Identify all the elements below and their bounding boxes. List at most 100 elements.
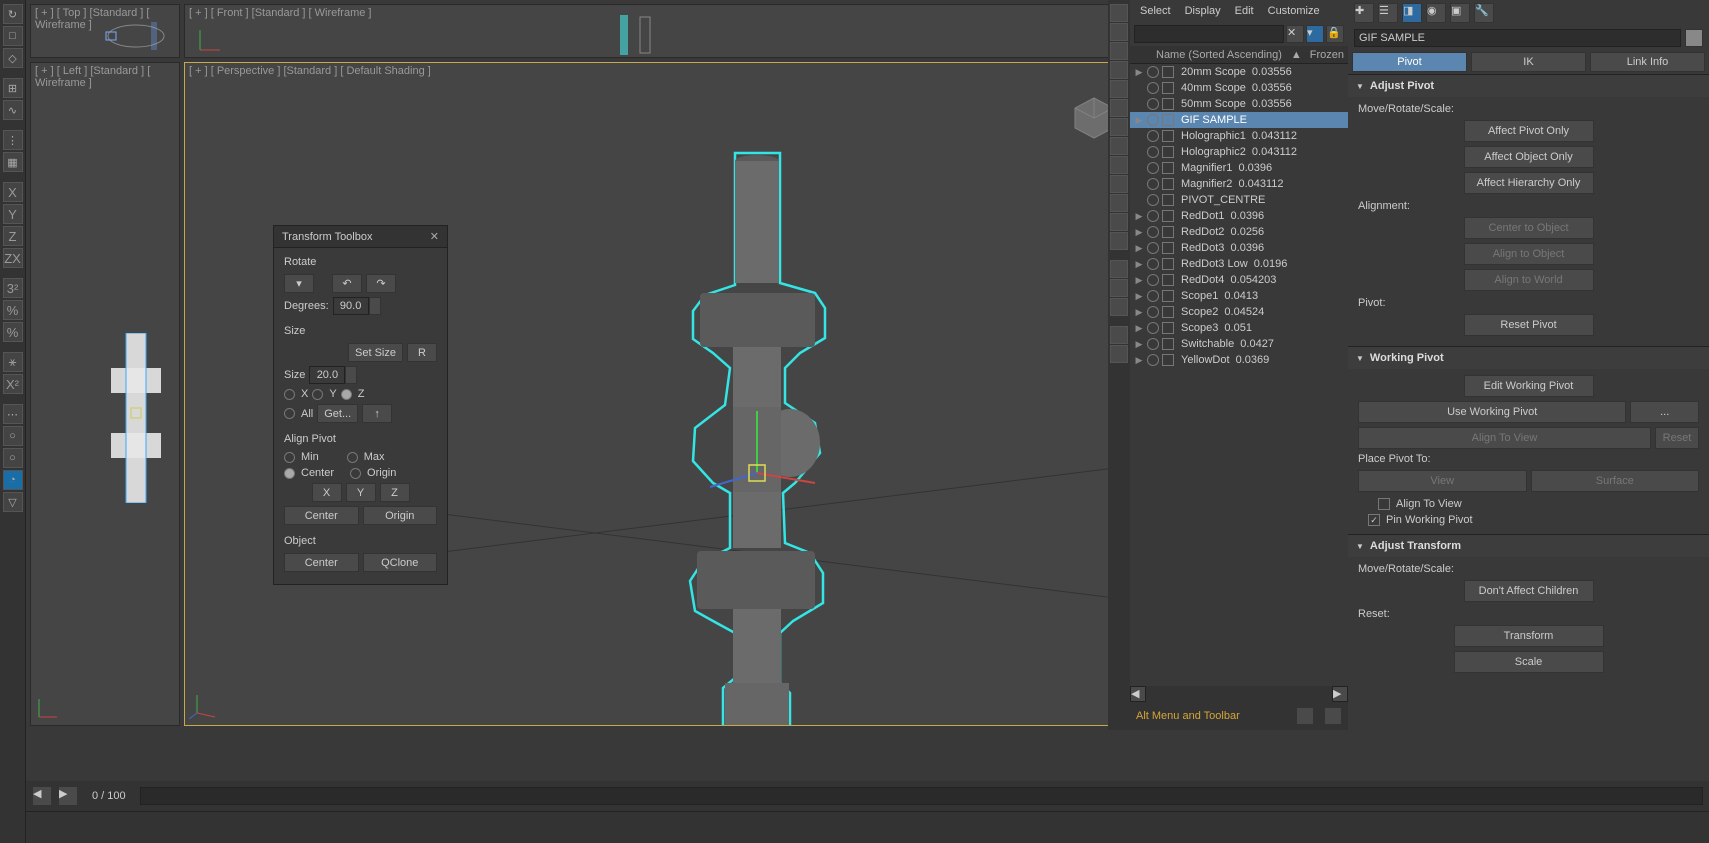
close-icon[interactable]: ✕ bbox=[430, 230, 439, 243]
tool-icon[interactable]: % bbox=[3, 300, 23, 320]
axis-z-icon[interactable]: Z bbox=[3, 226, 23, 246]
explorer-icon[interactable] bbox=[1110, 175, 1128, 193]
reset-transform-button[interactable]: Transform bbox=[1454, 625, 1604, 647]
radio-x[interactable]: X bbox=[284, 388, 308, 400]
display-tab-icon[interactable]: ▣ bbox=[1450, 3, 1470, 23]
explorer-icon[interactable] bbox=[1110, 232, 1128, 250]
explorer-icon[interactable] bbox=[1110, 23, 1128, 41]
list-item[interactable]: 50mm Scope 0.03556 bbox=[1130, 96, 1348, 112]
reset-scale-button[interactable]: Scale bbox=[1454, 651, 1604, 673]
tab-select[interactable]: Select bbox=[1140, 5, 1171, 17]
object-center-button[interactable]: Center bbox=[284, 553, 359, 572]
explorer-icon[interactable] bbox=[1110, 42, 1128, 60]
tool-icon[interactable]: X² bbox=[3, 374, 23, 394]
transform-toolbox-panel[interactable]: Transform Toolbox ✕ Rotate ▾ ↶ ↷ Degrees… bbox=[273, 225, 448, 585]
rollout-header[interactable]: ▼Adjust Pivot bbox=[1348, 75, 1709, 97]
tool-icon[interactable]: ◇ bbox=[3, 48, 23, 68]
x-button[interactable]: X bbox=[312, 483, 342, 502]
list-item[interactable]: ▶RedDot2 0.0256 bbox=[1130, 224, 1348, 240]
radio-center[interactable]: Center bbox=[284, 467, 334, 479]
list-item[interactable]: ▶20mm Scope 0.03556 bbox=[1130, 64, 1348, 80]
degrees-input[interactable] bbox=[333, 297, 369, 315]
clear-icon[interactable]: ✕ bbox=[1286, 25, 1304, 43]
selection-set-icon[interactable]: ▾ bbox=[1306, 25, 1324, 43]
origin-button[interactable]: Origin bbox=[363, 506, 438, 525]
explorer-icon[interactable] bbox=[1110, 80, 1128, 98]
list-item[interactable]: ▶RedDot1 0.0396 bbox=[1130, 208, 1348, 224]
radio-all[interactable]: All bbox=[284, 408, 313, 420]
explorer-icon[interactable] bbox=[1110, 298, 1128, 316]
list-item[interactable]: ▶GIF SAMPLE bbox=[1130, 112, 1348, 128]
more-button[interactable]: ... bbox=[1630, 401, 1699, 423]
list-item[interactable]: PIVOT_CENTRE bbox=[1130, 192, 1348, 208]
horizontal-scrollbar[interactable]: ◀▶ bbox=[1130, 686, 1348, 702]
z-button[interactable]: Z bbox=[380, 483, 410, 502]
tool-icon[interactable]: ◔ bbox=[3, 470, 23, 490]
list-header[interactable]: Name (Sorted Ascending) ▲ Frozen bbox=[1130, 46, 1348, 64]
rollout-header[interactable]: ▼Adjust Transform bbox=[1348, 535, 1709, 557]
list-item[interactable]: ▶Scope2 0.04524 bbox=[1130, 304, 1348, 320]
reset-pivot-button[interactable]: Reset Pivot bbox=[1464, 314, 1594, 336]
explorer-icon[interactable] bbox=[1110, 118, 1128, 136]
r-button[interactable]: R bbox=[407, 343, 437, 362]
ik-tab[interactable]: IK bbox=[1471, 52, 1586, 72]
tool-icon[interactable]: 3² bbox=[3, 278, 23, 298]
list-item[interactable]: ▶Scope3 0.051 bbox=[1130, 320, 1348, 336]
tool-icon[interactable]: ▦ bbox=[3, 152, 23, 172]
tab-display[interactable]: Display bbox=[1185, 5, 1221, 17]
object-name-input[interactable]: GIF SAMPLE bbox=[1354, 29, 1681, 47]
viewport-front[interactable]: [ + ] [ Front ] [Standard ] [ Wireframe … bbox=[184, 4, 1150, 58]
affect-pivot-only-button[interactable]: Affect Pivot Only bbox=[1464, 120, 1594, 142]
edit-working-pivot-button[interactable]: Edit Working Pivot bbox=[1464, 375, 1594, 397]
surface-button[interactable]: Surface bbox=[1531, 470, 1700, 492]
tool-icon[interactable]: ⚹ bbox=[3, 352, 23, 372]
viewport-top[interactable]: [ + ] [ Top ] [Standard ] [ Wireframe ] bbox=[30, 4, 180, 58]
get-button[interactable]: Get... bbox=[317, 404, 358, 423]
list-item[interactable]: Magnifier1 0.0396 bbox=[1130, 160, 1348, 176]
tab-edit[interactable]: Edit bbox=[1235, 5, 1254, 17]
affect-object-only-button[interactable]: Affect Object Only bbox=[1464, 146, 1594, 168]
pivot-tab[interactable]: Pivot bbox=[1352, 52, 1467, 72]
motion-tab-icon[interactable]: ◉ bbox=[1426, 3, 1446, 23]
funnel-icon[interactable] bbox=[1110, 326, 1128, 344]
y-button[interactable]: Y bbox=[346, 483, 376, 502]
list-item[interactable]: ▶RedDot4 0.054203 bbox=[1130, 272, 1348, 288]
center-button[interactable]: Center bbox=[284, 506, 359, 525]
tool-icon[interactable]: ∿ bbox=[3, 100, 23, 120]
explorer-icon[interactable] bbox=[1110, 213, 1128, 231]
pin-working-pivot-checkbox[interactable]: ✓Pin Working Pivot bbox=[1358, 512, 1699, 528]
align-to-view-button[interactable]: Align To View bbox=[1358, 427, 1651, 449]
hierarchy-tab-icon[interactable]: ◨ bbox=[1402, 3, 1422, 23]
axis-y-icon[interactable]: Y bbox=[3, 204, 23, 224]
use-working-pivot-button[interactable]: Use Working Pivot bbox=[1358, 401, 1626, 423]
timeline-button[interactable]: ▶ bbox=[58, 786, 78, 806]
qclone-button[interactable]: QClone bbox=[363, 553, 438, 572]
list-item[interactable]: ▶Switchable 0.0427 bbox=[1130, 336, 1348, 352]
list-item[interactable]: ▶YellowDot 0.0369 bbox=[1130, 352, 1348, 368]
tool-icon[interactable]: ⋮ bbox=[3, 130, 23, 150]
set-size-button[interactable]: Set Size bbox=[348, 343, 403, 362]
explorer-icon[interactable] bbox=[1110, 4, 1128, 22]
list-item[interactable]: Holographic2 0.043112 bbox=[1130, 144, 1348, 160]
explorer-icon[interactable] bbox=[1110, 137, 1128, 155]
dropdown-button[interactable]: ▾ bbox=[284, 274, 314, 293]
explorer-icon[interactable] bbox=[1110, 260, 1128, 278]
rollout-header[interactable]: ▼Working Pivot bbox=[1348, 347, 1709, 369]
radio-min[interactable]: Min bbox=[284, 451, 319, 463]
list-item[interactable]: Holographic1 0.043112 bbox=[1130, 128, 1348, 144]
tool-icon[interactable]: ↻ bbox=[3, 4, 23, 24]
arrow-up-icon[interactable]: ↑ bbox=[362, 404, 392, 423]
radio-origin[interactable]: Origin bbox=[350, 467, 396, 479]
radio-max[interactable]: Max bbox=[347, 451, 385, 463]
list-item[interactable]: Magnifier2 0.043112 bbox=[1130, 176, 1348, 192]
align-to-view-checkbox[interactable]: Align To View bbox=[1358, 496, 1699, 512]
list-item[interactable]: ▶RedDot3 Low 0.0196 bbox=[1130, 256, 1348, 272]
viewport-left[interactable]: [ + ] [ Left ] [Standard ] [ Wireframe ] bbox=[30, 62, 180, 726]
explorer-icon[interactable] bbox=[1110, 156, 1128, 174]
affect-hierarchy-only-button[interactable]: Affect Hierarchy Only bbox=[1464, 172, 1594, 194]
timeline-track[interactable] bbox=[140, 787, 1703, 805]
rotate-cw-button[interactable]: ↷ bbox=[366, 274, 396, 293]
size-input[interactable] bbox=[309, 366, 345, 384]
explorer-icon[interactable] bbox=[1110, 194, 1128, 212]
rotate-ccw-button[interactable]: ↶ bbox=[332, 274, 362, 293]
